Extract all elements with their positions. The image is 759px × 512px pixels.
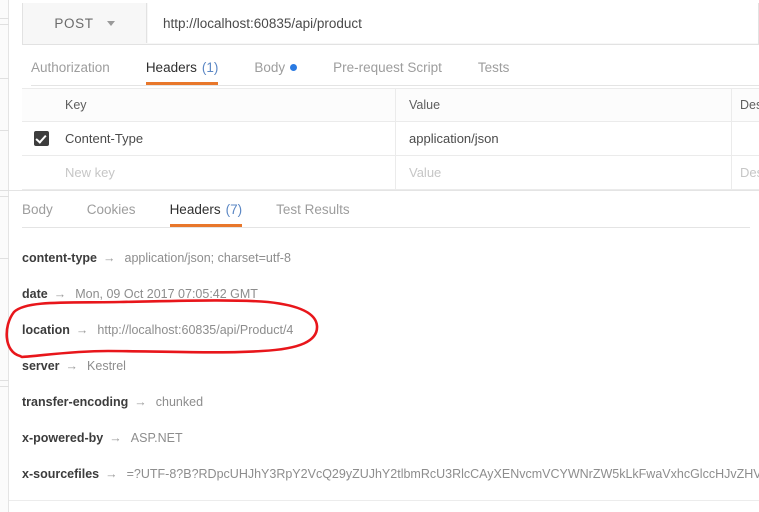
column-header-description: Descr (740, 98, 759, 112)
tab-label: Cookies (86, 201, 136, 217)
arrow-right-icon: → (103, 251, 116, 265)
sidebar-tick (0, 258, 9, 259)
header-description-input[interactable] (732, 122, 759, 156)
tab-label: Test Results (276, 201, 350, 217)
window-bottom-edge (9, 500, 759, 501)
tab-label: Pre-request Script (333, 59, 442, 75)
response-tabs: Body Cookies Headers (7) Test Results (22, 192, 750, 228)
body-modified-dot-icon (290, 63, 298, 71)
response-header-value: Kestrel (87, 359, 126, 373)
list-item: transfer-encoding → chunked (22, 384, 759, 420)
response-header-value: ASP.NET (130, 431, 183, 445)
arrow-right-icon: → (53, 287, 67, 301)
tab-label: Headers (145, 59, 197, 75)
tab-label: Tests (477, 59, 510, 75)
response-header-name: transfer-encoding (22, 395, 129, 409)
tab-label: Body (22, 201, 53, 217)
list-item: server → Kestrel (22, 348, 759, 384)
tab-response-headers[interactable]: Headers (7) (169, 191, 243, 227)
header-key-input[interactable]: Content-Type (60, 121, 396, 156)
list-item: date → Mon, 09 Oct 2017 07:05:42 GMT (22, 276, 759, 312)
list-item: x-powered-by → ASP.NET (22, 420, 759, 456)
response-header-name: location (22, 323, 70, 337)
response-header-value: Mon, 09 Oct 2017 07:05:42 GMT (75, 287, 258, 301)
tab-count-badge: (7) (225, 201, 243, 217)
tab-response-body[interactable]: Body (22, 191, 53, 227)
response-header-name: server (22, 359, 60, 373)
new-header-value-input[interactable]: Value (396, 155, 732, 190)
tab-label: Body (254, 59, 286, 75)
sidebar-tick (0, 18, 9, 19)
response-header-name: x-sourcefiles (22, 467, 100, 481)
sidebar-tick (0, 196, 9, 197)
tab-label: Authorization (31, 59, 110, 75)
table-header-row: Key Value Descr (22, 88, 759, 122)
arrow-right-icon: → (105, 467, 118, 481)
tab-count-badge: (1) (201, 59, 219, 75)
sidebar-edge-sliver (0, 0, 9, 512)
response-header-value: http://localhost:60835/api/Product/4 (97, 323, 294, 337)
tab-cookies[interactable]: Cookies (87, 191, 136, 227)
sidebar-tick (0, 130, 9, 131)
sidebar-tick (0, 380, 9, 381)
row-enabled-checkbox-cell[interactable] (22, 131, 60, 146)
response-header-name: date (22, 287, 48, 301)
url-bar: POST http://localhost:60835/api/product (22, 3, 759, 45)
tab-test-results[interactable]: Test Results (276, 191, 350, 227)
arrow-right-icon: → (109, 431, 122, 445)
column-header-key: Key (60, 88, 396, 122)
response-header-value: chunked (155, 395, 204, 409)
tab-label: Headers (169, 201, 221, 217)
request-headers-table: Key Value Descr Content-Type application… (22, 88, 759, 190)
arrow-right-icon: → (75, 323, 89, 337)
checkbox-checked-icon[interactable] (33, 131, 49, 146)
response-header-name: x-powered-by (22, 431, 104, 445)
new-header-key-input[interactable]: New key (60, 155, 396, 190)
list-item: content-type → application/json; charset… (22, 240, 759, 276)
column-header-value: Value (396, 88, 732, 122)
tab-tests[interactable]: Tests (478, 49, 510, 85)
response-header-value: application/json; charset=utf-8 (124, 251, 291, 265)
sidebar-tick (0, 190, 9, 191)
tab-request-headers[interactable]: Headers (1) (145, 49, 219, 85)
tab-body[interactable]: Body (254, 49, 298, 85)
sidebar-tick (0, 24, 9, 25)
table-row[interactable]: Content-Type application/json (22, 121, 759, 156)
request-url-input[interactable]: http://localhost:60835/api/product (148, 3, 758, 43)
request-tabs: Authorization Headers (1) Body Pre-reque… (31, 50, 759, 86)
table-row-new[interactable]: New key Value Desc (22, 155, 759, 190)
header-value-input[interactable]: application/json (396, 121, 732, 156)
list-item-location: location → http://localhost:60835/api/Pr… (22, 312, 759, 348)
arrow-right-icon: → (65, 359, 79, 373)
http-method-select[interactable]: POST (23, 3, 147, 43)
sidebar-tick (0, 78, 9, 79)
new-header-description-input[interactable]: Desc (732, 156, 759, 190)
tab-authorization[interactable]: Authorization (31, 49, 110, 85)
sidebar-tick (0, 386, 9, 387)
arrow-right-icon: → (134, 395, 147, 409)
chevron-down-icon[interactable] (106, 20, 115, 26)
response-headers-list: content-type → application/json; charset… (22, 240, 759, 492)
response-header-value: =?UTF-8?B?RDpcUHJhY3RpY2VcQ29yZUJhY2tlbm… (126, 467, 759, 481)
list-item: x-sourcefiles → =?UTF-8?B?RDpcUHJhY3RpY2… (22, 456, 759, 492)
response-header-name: content-type (22, 251, 97, 265)
tab-pre-request-script[interactable]: Pre-request Script (333, 49, 442, 85)
http-method-label: POST (54, 15, 94, 31)
